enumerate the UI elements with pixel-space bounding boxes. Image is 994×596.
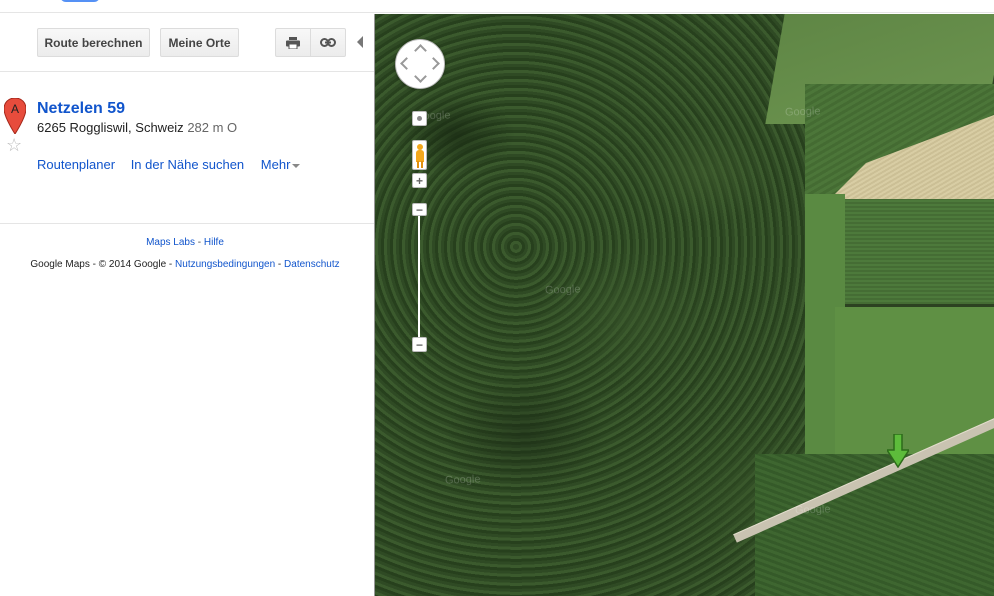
copyright-text: Google Maps - © 2014 Google - — [30, 259, 176, 270]
my-places-button[interactable]: Meine Orte — [160, 28, 239, 57]
help-link[interactable]: Hilfe — [204, 237, 224, 248]
place-address: 6265 Roggliswil, Schweiz — [37, 120, 184, 135]
maps-labs-link[interactable]: Maps Labs — [146, 237, 195, 248]
chevron-down-icon — [292, 163, 301, 168]
collapse-panel-icon[interactable] — [357, 36, 363, 48]
field-area — [830, 199, 994, 304]
map-marker-icon[interactable]: A — [4, 98, 26, 134]
place-address-line: 6265 Roggliswil, Schweiz 282 m O — [37, 120, 237, 135]
pan-left-icon[interactable] — [400, 57, 413, 70]
footer-links: Maps Labs - Hilfe — [0, 237, 370, 248]
location-arrow-icon[interactable] — [887, 434, 909, 468]
search-nearby-link[interactable]: In der Nähe suchen — [131, 157, 244, 172]
terms-link[interactable]: Nutzungsbedingungen — [175, 259, 275, 270]
footer-separator: - — [195, 237, 204, 248]
location-button[interactable] — [412, 111, 427, 126]
print-button[interactable] — [275, 28, 311, 57]
map-watermark: Google — [794, 503, 831, 517]
zoom-slider-handle[interactable]: − — [412, 203, 427, 216]
map-watermark: Google — [784, 105, 821, 119]
zoom-in-button[interactable]: + — [412, 173, 427, 188]
zoom-slider-track[interactable] — [418, 212, 420, 344]
sidebar-toolbar: Route berechnen Meine Orte — [0, 14, 374, 72]
pegman-icon[interactable] — [412, 140, 427, 170]
place-distance: 282 m O — [187, 120, 238, 135]
pan-right-icon[interactable] — [427, 57, 440, 70]
link-button[interactable] — [311, 28, 346, 57]
sidebar: Route berechnen Meine Orte A ☆ Netzelen … — [0, 14, 374, 596]
place-title[interactable]: Netzelen 59 — [37, 100, 125, 118]
pan-control[interactable] — [395, 39, 445, 89]
footer-legal: Google Maps - © 2014 Google - Nutzungsbe… — [0, 259, 370, 270]
field-area — [835, 307, 994, 472]
link-icon — [320, 38, 336, 47]
zoom-out-button[interactable]: − — [412, 337, 427, 352]
privacy-link[interactable]: Datenschutz — [284, 259, 340, 270]
map-canvas[interactable]: Google Google Google Google Google + − − — [374, 14, 994, 596]
place-actions: Routenplaner In der Nähe suchen Mehr — [37, 157, 301, 172]
top-bar — [0, 0, 994, 13]
footer-separator: - — [275, 259, 285, 270]
pegman-legs — [417, 161, 423, 168]
map-watermark: Google — [544, 283, 581, 297]
marker-letter: A — [11, 102, 19, 116]
map-watermark: Google — [444, 473, 481, 487]
route-button[interactable]: Route berechnen — [37, 28, 150, 57]
logo-fragment — [60, 0, 100, 2]
pan-up-icon[interactable] — [414, 44, 427, 57]
directions-link[interactable]: Routenplaner — [37, 157, 115, 172]
print-icon — [286, 36, 300, 49]
pan-down-icon[interactable] — [414, 70, 427, 83]
more-link-label: Mehr — [260, 157, 291, 172]
star-icon[interactable]: ☆ — [6, 136, 22, 154]
more-link[interactable]: Mehr — [261, 157, 301, 172]
place-card: A ☆ Netzelen 59 6265 Roggliswil, Schweiz… — [0, 72, 374, 224]
